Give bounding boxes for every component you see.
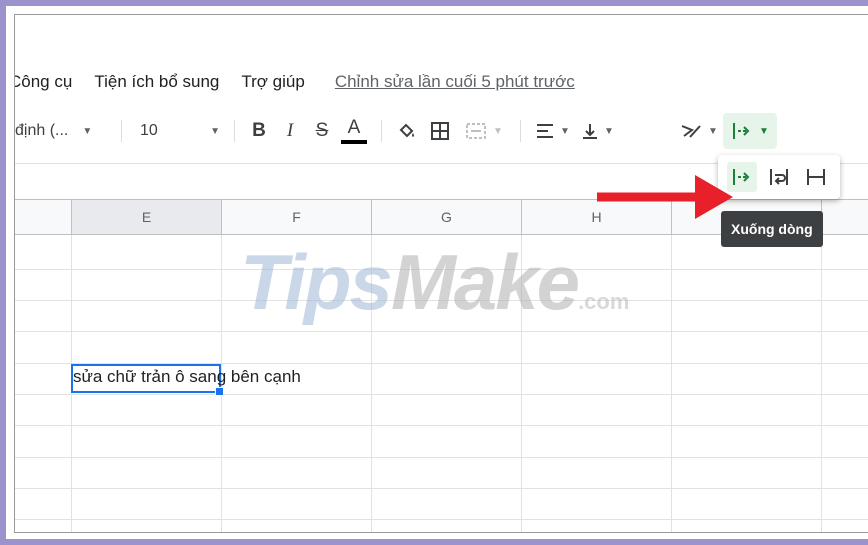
text-rotation-button[interactable]: ▼ [675,115,723,147]
column-header-e[interactable]: E [72,199,222,235]
text-rotation-icon [681,125,701,138]
sheets-app: Công cụ Tiện ích bổ sung Trợ giúp Chỉnh … [14,14,868,533]
menu-help[interactable]: Trợ giúp [241,72,304,92]
overflow-option-button[interactable] [764,162,794,192]
fill-handle[interactable] [215,387,224,396]
column-header-g[interactable]: G [372,199,522,235]
clip-option-button[interactable] [801,162,831,192]
text-color-swatch [341,139,367,144]
grid-line [15,457,868,458]
grid-line [15,425,868,426]
chevron-down-icon: ▼ [210,125,220,137]
font-size-select[interactable]: 10 ▼ [132,115,224,147]
bold-button[interactable]: B [245,115,273,147]
align-bottom-icon [583,124,598,139]
toolbar-divider [234,120,235,142]
font-family-value: định (... [15,122,69,139]
borders-button[interactable] [422,115,458,147]
merge-cells-button[interactable]: ▼ [458,115,510,147]
fill-color-button[interactable] [392,115,422,147]
chevron-down-icon: ▼ [759,125,769,137]
watermark-part-1: Tips [240,238,393,326]
text-wrap-popup [718,155,840,199]
overflow-icon [769,169,788,185]
cell-e-text: sửa chữ trản ô sang bên cạnh [73,367,301,386]
merge-cells-icon [466,123,487,139]
horizontal-align-button[interactable]: ▼ [531,115,575,147]
column-header-f[interactable]: F [222,199,372,235]
toolbar-divider [121,120,122,142]
wrap-tooltip: Xuống dòng [721,211,823,247]
italic-button[interactable]: I [273,115,307,147]
chevron-down-icon: ▼ [604,125,614,137]
grid-line [15,488,868,489]
red-arrow-annotation [597,175,733,219]
text-wrap-spacer [621,115,675,147]
column-header-j[interactable] [822,199,868,235]
chevron-down-icon: ▼ [560,125,570,137]
align-left-icon [537,124,554,138]
font-family-select[interactable]: định (... ▼ [15,115,111,147]
menu-addons[interactable]: Tiện ích bổ sung [94,72,219,92]
chevron-down-icon: ▼ [708,125,718,137]
vertical-align-button[interactable]: ▼ [575,115,621,147]
toolbar-divider [381,120,382,142]
strikethrough-button[interactable]: S [307,115,337,147]
grid-line [15,394,868,395]
menu-bar: Công cụ Tiện ích bổ sung Trợ giúp Chỉnh … [15,67,575,97]
chevron-down-icon: ▼ [82,125,93,137]
grid-line [15,519,868,520]
watermark-part-3: .com [578,289,630,314]
toolbar-divider [520,120,521,142]
font-size-value: 10 [140,122,158,139]
grid-line [15,331,868,332]
text-color-label: A [347,116,361,138]
wrap-icon [733,123,750,139]
chevron-down-icon: ▼ [493,125,503,137]
watermark-part-2: Make [390,238,580,326]
paint-bucket-icon [399,123,414,138]
text-wrap-button[interactable]: ▼ [723,113,777,149]
window-frame: Công cụ Tiện ích bổ sung Trợ giúp Chỉnh … [0,0,868,545]
text-color-button[interactable]: A [337,115,371,147]
last-edit-link[interactable]: Chỉnh sửa lần cuối 5 phút trước [335,72,575,92]
clip-icon [806,169,825,185]
tipsmake-watermark: TipsMake.com [240,237,629,328]
menu-tools[interactable]: Công cụ [15,72,72,92]
row-header-corner [15,199,72,235]
borders-icon [431,122,449,140]
